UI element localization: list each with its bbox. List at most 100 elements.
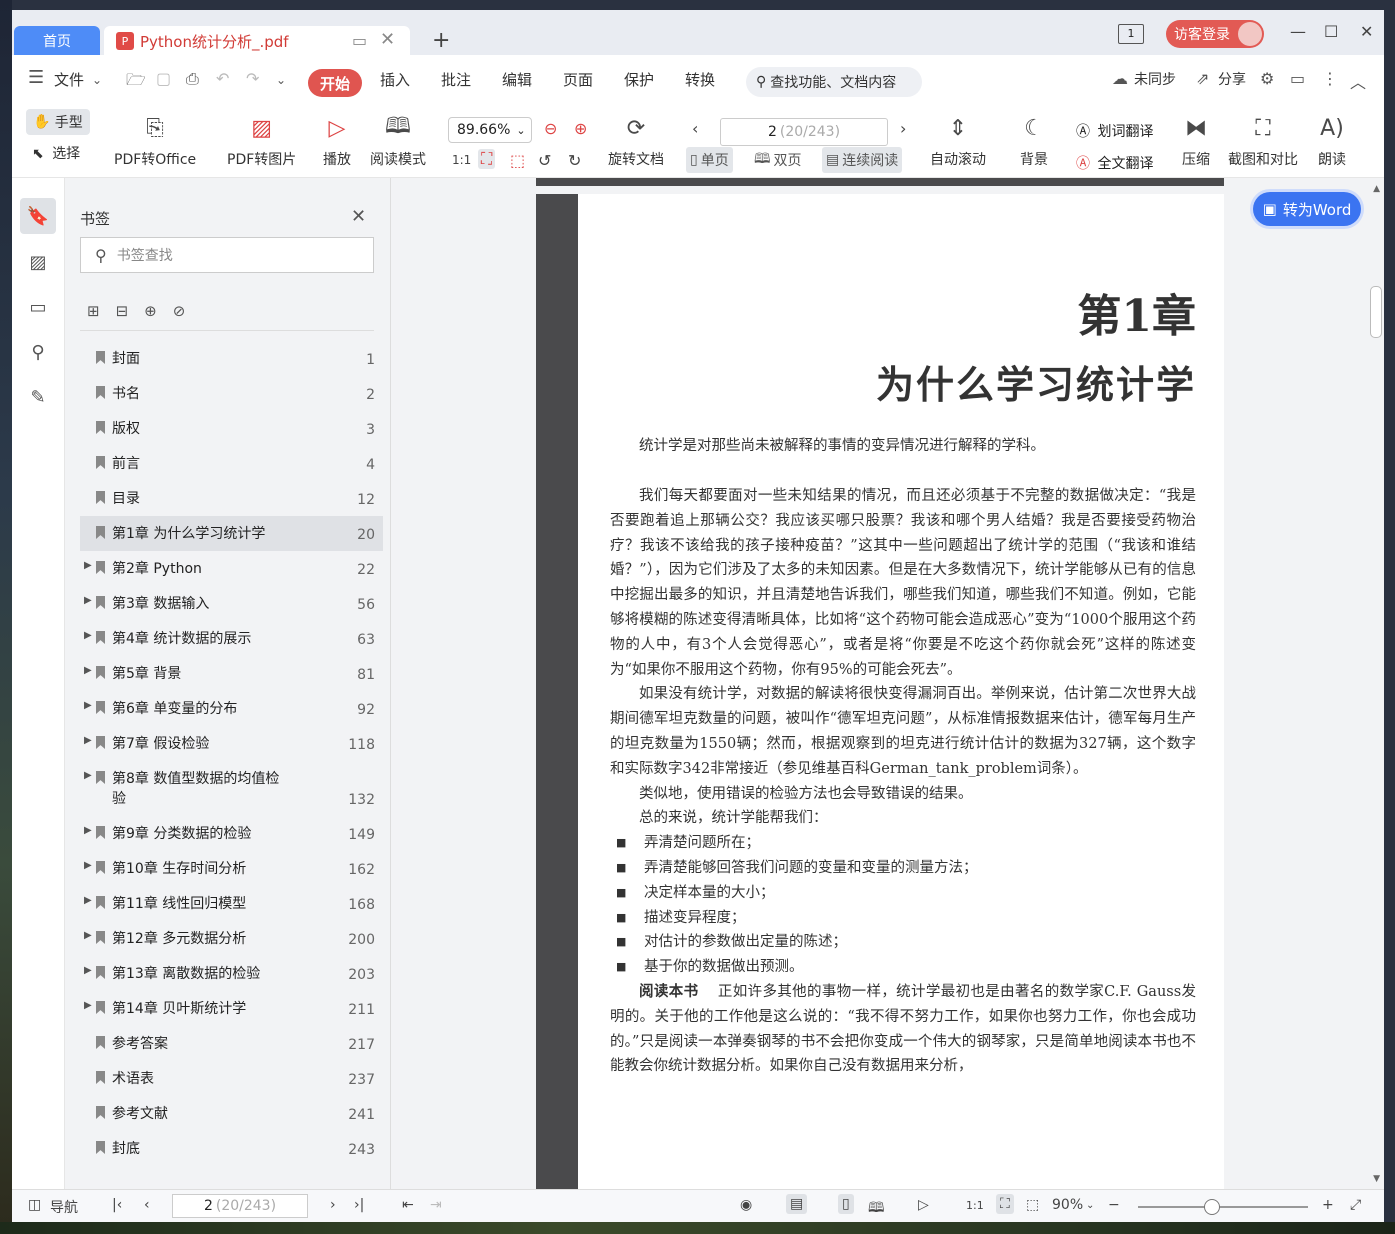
bookmark-item[interactable]: ▶ 第9章 分类数据的检验 149 (80, 816, 383, 851)
chevron-down-icon[interactable]: ⌄ (1086, 1200, 1094, 1211)
bookmark-item[interactable]: 封面 1 (80, 341, 383, 376)
fit-width-icon[interactable]: ⬚ (510, 151, 525, 170)
expand-arrow-icon[interactable]: ▶ (84, 595, 92, 606)
prev-page-icon[interactable]: ‹ (692, 119, 698, 138)
bookmark-item[interactable]: ▶ 第4章 统计数据的展示 63 (80, 621, 383, 656)
menu-insert[interactable]: 插入 (380, 69, 410, 90)
convert-to-word-button[interactable]: ▣ 转为Word (1253, 192, 1361, 226)
nav-panel-icon[interactable]: ◫ (28, 1197, 41, 1213)
bookmark-item[interactable]: ▶ 第10章 生存时间分析 162 (80, 851, 383, 886)
bookmark-item[interactable]: 术语表 237 (80, 1061, 383, 1096)
single-page-status-icon[interactable]: ▯ (838, 1194, 854, 1214)
maximize-icon[interactable]: ☐ (1324, 22, 1338, 41)
undo-icon[interactable]: ↶ (216, 69, 229, 88)
comment-panel-icon[interactable]: ▭ (20, 289, 56, 325)
chevron-down-icon[interactable]: ⌄ (92, 73, 102, 87)
collapse-ribbon-icon[interactable]: ︿ (1350, 69, 1366, 93)
share-icon[interactable]: ⇗ (1196, 69, 1209, 88)
bookmark-item[interactable]: ▶ 第8章 数值型数据的均值检验 132 (80, 761, 383, 816)
last-page-icon[interactable]: ›| (354, 1197, 364, 1213)
share-button[interactable]: 分享 (1218, 69, 1246, 89)
redo-icon[interactable]: ↷ (246, 69, 259, 88)
minimize-icon[interactable]: — (1290, 22, 1306, 41)
scroll-up-icon[interactable]: ▲ (1373, 184, 1380, 194)
tab-home[interactable]: 首页 (14, 26, 100, 56)
select-tool-button[interactable]: ⬉ 选择 (32, 143, 80, 163)
save-icon[interactable]: ▢ (156, 69, 171, 88)
bookmark-item[interactable]: ▶ 第6章 单变量的分布 92 (80, 691, 383, 726)
window-count-icon[interactable]: 1 (1118, 24, 1144, 44)
first-page-icon[interactable]: |‹ (112, 1197, 122, 1213)
rotate-document-button[interactable]: ⟳ 旋转文档 (608, 113, 664, 169)
double-page-button[interactable]: 🕮 双页 (750, 147, 806, 173)
prev-page-icon[interactable]: ‹ (144, 1197, 150, 1213)
bookmark-panel-icon[interactable]: 🔖 (20, 198, 56, 234)
bookmark-item[interactable]: ▶ 第2章 Python 22 (80, 551, 383, 586)
next-page-icon[interactable]: › (330, 1197, 336, 1213)
close-icon[interactable]: ✕ (351, 206, 366, 227)
attachment-panel-icon[interactable]: ⚲ (20, 334, 56, 370)
pdf-to-office-button[interactable]: ⎘ PDF转Office (114, 113, 196, 169)
expand-arrow-icon[interactable]: ▶ (84, 860, 92, 871)
rotate-right-icon[interactable]: ↻ (568, 151, 581, 170)
menu-edit[interactable]: 编辑 (502, 69, 532, 90)
zoom-out-icon[interactable]: − (1108, 1197, 1120, 1213)
delete-bookmark-icon[interactable]: ⊘ (173, 302, 186, 320)
rotate-left-icon[interactable]: ↺ (538, 151, 551, 170)
read-mode-button[interactable]: 🕮 阅读模式 (370, 113, 426, 169)
fullscreen-icon[interactable]: ⤢ (1350, 1197, 1361, 1213)
close-window-icon[interactable]: ✕ (1360, 22, 1373, 41)
expand-arrow-icon[interactable]: ▶ (84, 560, 92, 571)
bookmark-item[interactable]: 目录 12 (80, 481, 383, 516)
play-status-icon[interactable]: ▷ (918, 1197, 929, 1213)
continuous-status-icon[interactable]: ▤ (786, 1194, 808, 1214)
expand-arrow-icon[interactable]: ▶ (84, 825, 92, 836)
open-folder-icon[interactable]: 🗁 (126, 69, 146, 96)
message-icon[interactable]: ▭ (1290, 69, 1305, 88)
single-page-button[interactable]: ▯ 单页 (686, 147, 733, 173)
bookmark-item[interactable]: 封底 243 (80, 1131, 383, 1166)
scroll-down-icon[interactable]: ▼ (1373, 1174, 1380, 1184)
read-aloud-button[interactable]: A) 朗读 (1318, 113, 1346, 169)
double-page-status-icon[interactable]: 🕮 (868, 1197, 885, 1221)
zoom-in-icon[interactable]: + (1322, 1197, 1334, 1213)
menu-page[interactable]: 页面 (563, 69, 593, 90)
zoom-out-icon[interactable]: ⊖ (544, 119, 557, 138)
expand-arrow-icon[interactable]: ▶ (84, 770, 92, 781)
screenshot-compare-button[interactable]: ⛶ 截图和对比 (1228, 113, 1298, 169)
monitor-icon[interactable]: ▭ (352, 31, 367, 50)
expand-arrow-icon[interactable]: ▶ (84, 735, 92, 746)
expand-arrow-icon[interactable]: ▶ (84, 700, 92, 711)
print-icon[interactable]: ⎙ (186, 69, 199, 89)
actual-size-status-icon[interactable]: 1:1 (966, 1199, 984, 1212)
zoom-slider-handle[interactable] (1204, 1199, 1220, 1215)
thumbnail-panel-icon[interactable]: ▨ (20, 244, 56, 280)
signature-panel-icon[interactable]: ✎ (20, 379, 56, 415)
expand-arrow-icon[interactable]: ▶ (84, 965, 92, 976)
document-view[interactable]: 第1章 为什么学习统计学 统计学是对那些尚未被解释的事情的变异情况进行解释的学科… (391, 178, 1384, 1189)
expand-arrow-icon[interactable]: ▶ (84, 895, 92, 906)
full-translate-button[interactable]: Ⓐ 全文翻译 (1076, 153, 1153, 173)
cloud-sync-icon[interactable]: ☁ (1112, 69, 1128, 88)
status-page-input[interactable]: 2 (20/243) (172, 1194, 308, 1218)
guest-login-button[interactable]: 访客登录 (1166, 20, 1264, 48)
zoom-slider-track[interactable] (1138, 1206, 1308, 1208)
bookmark-item[interactable]: 前言 4 (80, 446, 383, 481)
play-button[interactable]: ▷ 播放 (323, 113, 351, 169)
hamburger-icon[interactable]: ☰ (28, 67, 44, 88)
bookmark-item[interactable]: ▶ 第7章 假设检验 118 (80, 726, 383, 761)
menu-convert[interactable]: 转换 (685, 69, 715, 90)
fit-page-icon[interactable]: ⛶ (478, 149, 496, 169)
fit-width-status-icon[interactable]: ⬚ (1026, 1197, 1039, 1213)
auto-scroll-button[interactable]: ⇕ 自动滚动 (930, 113, 986, 169)
expand-arrow-icon[interactable]: ▶ (84, 630, 92, 641)
zoom-in-icon[interactable]: ⊕ (574, 119, 587, 138)
bookmark-item[interactable]: 参考答案 217 (80, 1026, 383, 1061)
add-bookmark-icon[interactable]: ⊕ (144, 302, 157, 320)
tab-document[interactable]: P Python统计分析_.pdf ▭ ✕ (104, 26, 410, 56)
bookmark-search-input[interactable]: ⚲ 书签查找 (80, 237, 374, 273)
expand-arrow-icon[interactable]: ▶ (84, 1000, 92, 1011)
expand-arrow-icon[interactable]: ▶ (84, 930, 92, 941)
next-page-icon[interactable]: › (900, 119, 906, 138)
page-number-input[interactable]: 2 (20/243) (720, 118, 888, 146)
